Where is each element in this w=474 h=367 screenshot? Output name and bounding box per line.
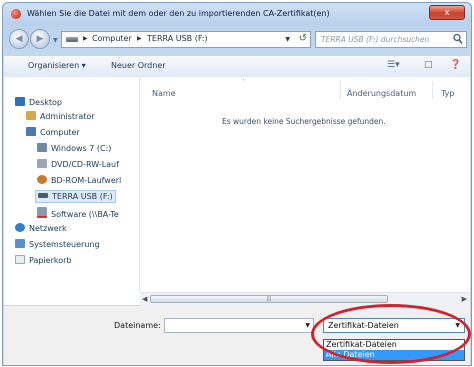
- navigation-row: ◀ ▶ ▼ ▶ Computer ▶ TERRA USB (F:) ▼ ↺ TE…: [9, 29, 467, 51]
- network-icon: [15, 223, 25, 232]
- title-bar[interactable]: Wählen Sie die Datei mit dem oder den zu…: [3, 3, 471, 25]
- back-arrow-icon: ◀: [15, 34, 23, 44]
- scrollbar-thumb[interactable]: |||: [150, 295, 388, 303]
- nav-item-administrator[interactable]: Administrator: [26, 111, 95, 121]
- file-type-dropdown-list: Zertifikat-Dateien Alle Dateien: [323, 339, 465, 361]
- nav-item-terra-usb[interactable]: TERRA USB (F:): [35, 190, 116, 203]
- refresh-icon[interactable]: ↺: [299, 33, 307, 44]
- nav-item-network[interactable]: Netzwerk: [15, 223, 67, 233]
- nav-item-dvd-drive[interactable]: DVD/CD-RW-Lauf: [37, 159, 119, 169]
- recent-pages-dropdown-icon[interactable]: ▼: [53, 37, 58, 44]
- nav-item-windows7-c[interactable]: Windows 7 (C:): [37, 143, 111, 153]
- file-type-option-certificates[interactable]: Zertifikat-Dateien: [324, 340, 464, 350]
- search-placeholder: TERRA USB (F:) durchsuchen: [321, 35, 430, 44]
- nav-item-computer[interactable]: Computer: [26, 127, 80, 137]
- chevron-down-icon[interactable]: ▼: [455, 322, 460, 329]
- app-icon: [11, 9, 21, 19]
- column-separator[interactable]: [432, 81, 433, 99]
- forward-button[interactable]: ▶: [30, 29, 50, 49]
- recycle-bin-icon: [15, 255, 25, 264]
- control-panel-icon: [15, 239, 25, 248]
- view-options-icon[interactable]: ☰▾: [387, 60, 400, 70]
- file-type-selected: Zertifikat-Dateien: [328, 321, 399, 330]
- nav-item-recycle-bin[interactable]: Papierkorb: [15, 255, 72, 265]
- file-open-dialog: Wählen Sie die Datei mit dem oder den zu…: [2, 2, 472, 366]
- scroll-right-icon[interactable]: ▶: [462, 295, 467, 303]
- new-folder-button[interactable]: Neuer Ordner: [111, 61, 166, 70]
- computer-icon: [26, 127, 36, 136]
- window-title: Wählen Sie die Datei mit dem oder den zu…: [27, 9, 330, 18]
- column-type[interactable]: Typ: [441, 89, 454, 98]
- bdrom-icon: [37, 175, 47, 184]
- nav-item-software-network-drive[interactable]: Software (\\BA-Te: [37, 207, 119, 219]
- nav-item-control-panel[interactable]: Systemsteuerung: [15, 239, 100, 249]
- breadcrumb-terra-usb[interactable]: TERRA USB (F:): [147, 34, 208, 43]
- scroll-left-icon[interactable]: ◀: [142, 295, 147, 303]
- usb-drive-icon: [38, 193, 48, 198]
- preview-pane-icon[interactable]: □: [424, 60, 433, 70]
- close-icon: x: [444, 8, 450, 18]
- network-drive-icon: [37, 207, 47, 218]
- breadcrumb-separator-icon[interactable]: ▶: [83, 35, 88, 42]
- search-input[interactable]: TERRA USB (F:) durchsuchen: [315, 31, 467, 48]
- user-icon: [26, 111, 36, 120]
- sort-indicator-icon: ˄: [242, 79, 245, 86]
- breadcrumb-computer[interactable]: Computer: [92, 34, 132, 43]
- search-icon[interactable]: [453, 33, 463, 45]
- back-button[interactable]: ◀: [9, 29, 29, 49]
- navigation-pane: Desktop Administrator Computer Windows 7…: [4, 77, 140, 292]
- filename-input[interactable]: ▼: [164, 318, 314, 333]
- drive-icon: [37, 143, 47, 152]
- content-area: Desktop Administrator Computer Windows 7…: [4, 77, 470, 306]
- organize-button[interactable]: Organisieren ▾: [28, 61, 86, 70]
- forward-arrow-icon: ▶: [36, 34, 44, 44]
- column-modified-date[interactable]: Änderungsdatum: [347, 89, 416, 98]
- file-type-option-all-files[interactable]: Alle Dateien: [324, 350, 464, 360]
- close-button[interactable]: x: [429, 5, 465, 20]
- empty-results-message: Es wurden keine Suchergebnisse gefunden.: [222, 117, 386, 126]
- column-separator[interactable]: [340, 81, 341, 99]
- drive-icon: [66, 37, 78, 42]
- address-bar[interactable]: ▶ Computer ▶ TERRA USB (F:) ▼ ↺: [61, 31, 311, 48]
- file-type-filter-select[interactable]: Zertifikat-Dateien ▼: [323, 318, 465, 333]
- breadcrumb-separator-icon[interactable]: ▶: [137, 35, 142, 42]
- horizontal-scrollbar[interactable]: ◀ ||| ▶: [140, 292, 470, 306]
- dvd-icon: [37, 159, 47, 168]
- desktop-icon: [15, 97, 25, 106]
- nav-item-bdrom-drive[interactable]: BD-ROM-Laufwerl: [37, 175, 121, 185]
- filename-dropdown-icon[interactable]: ▼: [305, 322, 310, 329]
- column-headers: Name ˄ Änderungsdatum Typ: [140, 77, 470, 99]
- command-bar: Organisieren ▾ Neuer Ordner ☰▾ □ ❓: [4, 56, 470, 78]
- filename-label: Dateiname:: [114, 321, 161, 330]
- column-name[interactable]: Name: [152, 89, 176, 98]
- address-dropdown-icon[interactable]: ▼: [285, 36, 290, 43]
- nav-item-desktop[interactable]: Desktop: [15, 97, 62, 107]
- help-icon[interactable]: ❓: [450, 60, 461, 70]
